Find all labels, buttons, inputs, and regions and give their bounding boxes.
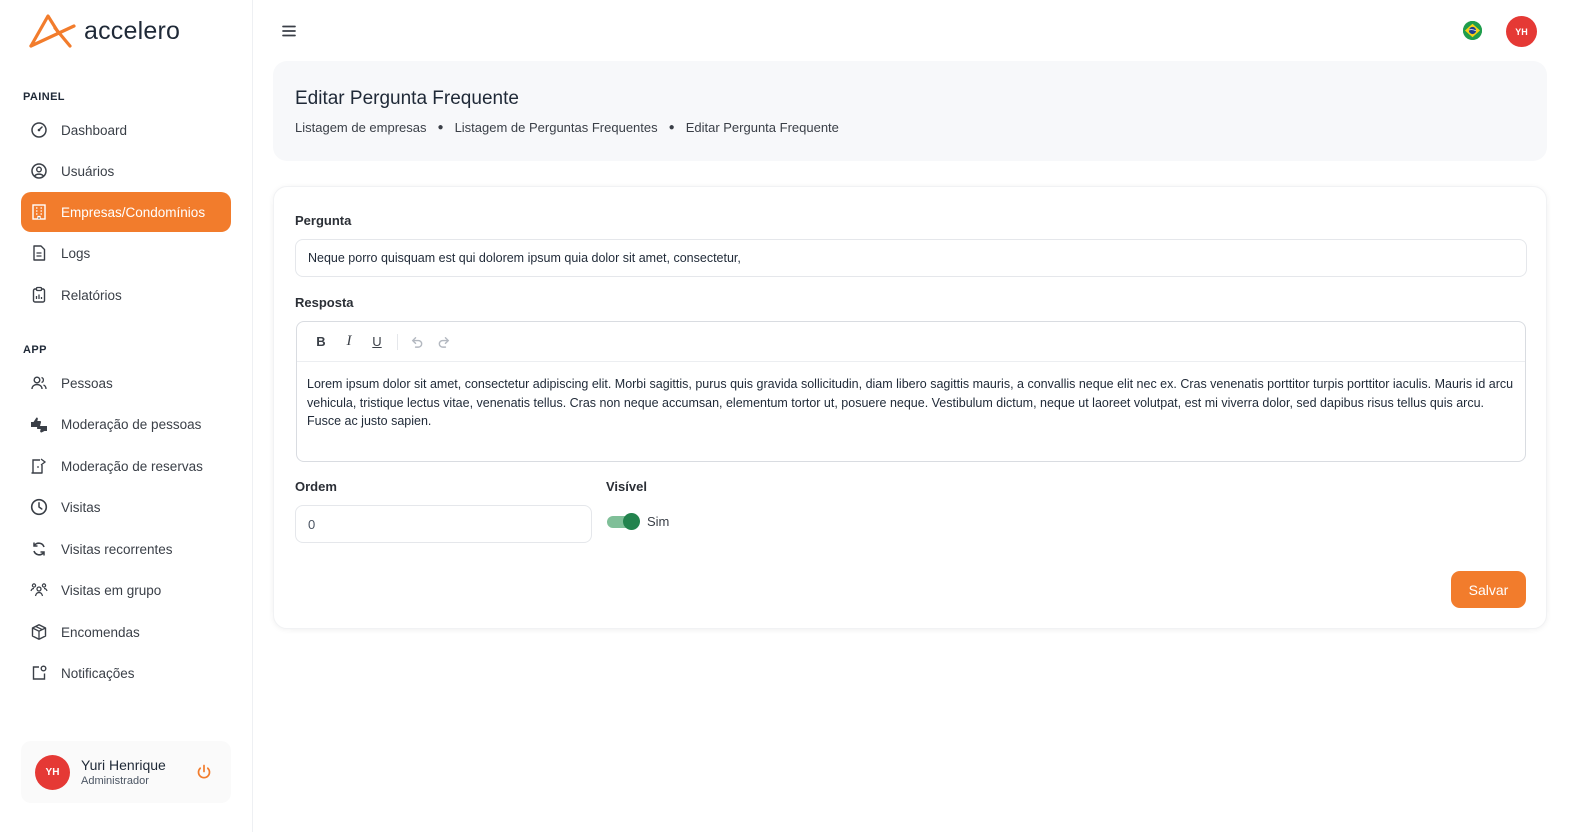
redo-icon — [438, 337, 449, 348]
sidebar-item-notificacoes[interactable]: Notificações — [21, 653, 231, 693]
power-icon[interactable] — [195, 763, 213, 781]
visible-toggle[interactable] — [607, 513, 640, 530]
sidebar-item-usuarios[interactable]: Usuários — [21, 151, 231, 191]
document-icon — [30, 244, 48, 262]
page-title: Editar Pergunta Frequente — [295, 88, 519, 109]
sidebar-item-pessoas[interactable]: Pessoas — [21, 363, 231, 403]
question-label: Pergunta — [295, 213, 352, 228]
sidebar-item-visitas-recorrentes[interactable]: Visitas recorrentes — [21, 529, 231, 569]
sidebar-item-label: Usuários — [61, 163, 115, 179]
answer-label: Resposta — [295, 295, 354, 310]
people-icon — [30, 374, 48, 392]
sidebar-item-label: Dashboard — [61, 122, 128, 138]
question-input[interactable] — [295, 239, 1527, 277]
top-avatar[interactable]: YH — [1506, 16, 1537, 47]
sidebar-item-label: Logs — [61, 245, 91, 261]
sidebar-item-moderacao-pessoas[interactable]: Moderação de pessoas — [21, 404, 231, 444]
answer-text[interactable]: Lorem ipsum dolor sit amet, consectetur … — [297, 362, 1525, 431]
breadcrumb-link-perguntas[interactable]: Listagem de Perguntas Frequentes — [455, 120, 658, 135]
logo-mark-icon — [29, 14, 76, 48]
sidebar-item-label: Moderação de pessoas — [61, 416, 202, 432]
breadcrumb-current: Editar Pergunta Frequente — [685, 120, 839, 135]
dashboard-gauge-icon — [30, 121, 48, 139]
faq-edit-form: Pergunta Resposta B I U Lorem ipsum dolo… — [273, 186, 1547, 629]
sidebar-item-label: Visitas recorrentes — [61, 541, 173, 557]
sidebar-item-moderacao-reservas[interactable]: Moderação de reservas — [21, 446, 231, 486]
sidebar-item-visitas-grupo[interactable]: Visitas em grupo — [21, 570, 231, 610]
toggle-thumb — [623, 513, 640, 530]
underline-button[interactable]: U — [367, 332, 387, 352]
order-label: Ordem — [295, 479, 337, 494]
redo-button[interactable] — [434, 332, 454, 352]
toolbar-divider — [397, 333, 398, 350]
sidebar-item-label: Notificações — [61, 665, 135, 681]
bold-button[interactable]: B — [311, 332, 331, 352]
user-card: YH Yuri Henrique Administrador — [21, 741, 231, 803]
page-header: Editar Pergunta Frequente Listagem de em… — [273, 61, 1547, 161]
visible-label: Visível — [606, 479, 647, 494]
section-title-app: APP — [23, 344, 47, 356]
sidebar: accelero PAINEL Dashboard Usuários Empre… — [0, 0, 253, 832]
sidebar-item-label: Moderação de reservas — [61, 458, 203, 474]
breadcrumb-separator: ● — [437, 122, 444, 133]
sidebar-item-visitas[interactable]: Visitas — [21, 487, 231, 527]
sidebar-item-label: Relatórios — [61, 287, 122, 303]
sidebar-item-relatorios[interactable]: Relatórios — [21, 275, 231, 315]
italic-button[interactable]: I — [339, 332, 359, 352]
clipboard-icon — [30, 286, 48, 304]
undo-icon — [411, 337, 422, 348]
clock-icon — [30, 498, 48, 516]
sidebar-item-dashboard[interactable]: Dashboard — [21, 110, 231, 150]
sidebar-item-label: Empresas/Condomínios — [61, 204, 206, 220]
logo[interactable]: accelero — [28, 12, 180, 50]
sidebar-item-label: Pessoas — [61, 375, 113, 391]
notification-icon — [30, 664, 48, 682]
sidebar-item-label: Encomendas — [61, 624, 140, 640]
visible-toggle-label: Sim — [647, 514, 670, 529]
logo-text: accelero — [84, 16, 181, 45]
undo-button[interactable] — [406, 332, 426, 352]
breadcrumb-link-empresas[interactable]: Listagem de empresas — [295, 120, 427, 135]
package-icon — [30, 623, 48, 641]
user-circle-icon — [30, 162, 48, 180]
brazil-flag-icon[interactable] — [1463, 21, 1482, 40]
editor-toolbar: B I U — [297, 322, 1525, 362]
answer-rich-text-editor[interactable]: B I U Lorem ipsum dolor sit amet, consec… — [296, 321, 1526, 462]
door-icon — [30, 457, 48, 475]
user-name: Yuri Henrique — [81, 757, 166, 773]
refresh-icon — [30, 540, 48, 558]
hamburger-menu-icon[interactable] — [280, 22, 298, 40]
sidebar-item-encomendas[interactable]: Encomendas — [21, 612, 231, 652]
breadcrumb: Listagem de empresas ● Listagem de Pergu… — [295, 120, 839, 135]
thumbs-icon — [30, 415, 48, 433]
group-icon — [30, 581, 48, 599]
breadcrumb-separator: ● — [668, 122, 675, 133]
order-input[interactable] — [295, 505, 592, 543]
avatar[interactable]: YH — [35, 754, 70, 790]
sidebar-item-label: Visitas — [61, 499, 101, 515]
save-button[interactable]: Salvar — [1451, 571, 1526, 608]
user-role: Administrador — [81, 775, 149, 787]
sidebar-item-label: Visitas em grupo — [61, 582, 162, 598]
building-icon — [30, 203, 48, 221]
section-title-painel: PAINEL — [23, 91, 65, 103]
sidebar-item-logs[interactable]: Logs — [21, 233, 231, 273]
user-info: Yuri Henrique Administrador — [81, 757, 166, 787]
sidebar-item-empresas[interactable]: Empresas/Condomínios — [21, 192, 231, 232]
